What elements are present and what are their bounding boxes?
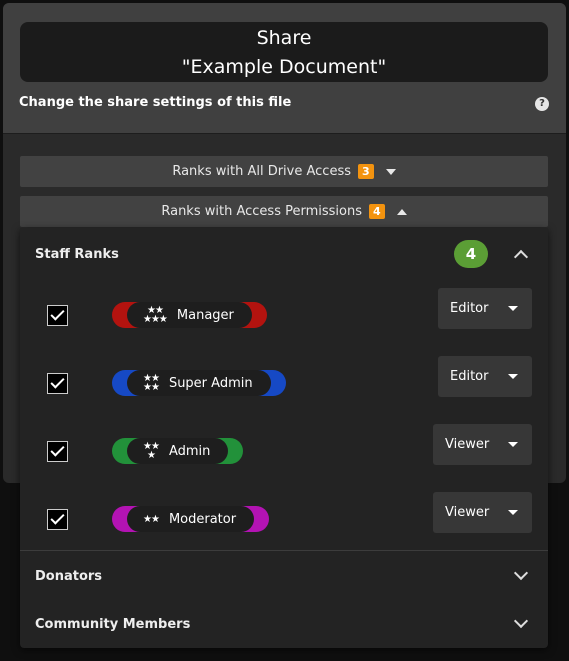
title-line-2: "Example Document" bbox=[181, 56, 387, 78]
dropdown-caret-icon bbox=[508, 374, 518, 379]
group-label: Community Members bbox=[35, 616, 191, 632]
dialog-title: Share "Example Document" bbox=[20, 22, 548, 82]
rank-checkbox[interactable] bbox=[47, 509, 68, 530]
rank-name: Super Admin bbox=[168, 375, 253, 391]
chevron-down-icon bbox=[513, 613, 529, 629]
all-drive-count-badge: 3 bbox=[358, 164, 374, 179]
five-stars-icon: ★★ ★★★ bbox=[143, 305, 168, 325]
rank-checkbox[interactable] bbox=[47, 305, 68, 326]
dropdown-caret-icon bbox=[508, 442, 518, 447]
rank-row-moderator: ★★ Moderator Viewer bbox=[20, 492, 548, 542]
access-permissions-toggle[interactable]: Ranks with Access Permissions 4 bbox=[20, 196, 548, 227]
help-icon[interactable]: ? bbox=[535, 97, 549, 111]
group-label: Donators bbox=[35, 568, 103, 584]
role-select[interactable]: Editor bbox=[438, 356, 532, 397]
role-select[interactable]: Viewer bbox=[433, 492, 532, 533]
all-drive-access-label: Ranks with All Drive Access bbox=[172, 164, 351, 179]
rank-pill: ★★ Moderator bbox=[112, 506, 270, 532]
rank-pill: ★★ ★★ Super Admin bbox=[112, 370, 286, 396]
rank-pill: ★★ ★★★ Manager bbox=[112, 302, 267, 328]
role-label: Viewer bbox=[445, 505, 490, 520]
rank-checkbox[interactable] bbox=[47, 373, 68, 394]
access-permissions-label: Ranks with Access Permissions bbox=[161, 204, 362, 219]
group-label: Staff Ranks bbox=[35, 246, 119, 262]
rank-row-admin: ★★ ★ Admin Viewer bbox=[20, 424, 548, 474]
all-drive-access-toggle[interactable]: Ranks with All Drive Access 3 bbox=[20, 156, 548, 187]
rank-name: Admin bbox=[168, 443, 211, 459]
role-label: Viewer bbox=[445, 437, 490, 452]
two-stars-icon: ★★ bbox=[143, 513, 160, 525]
dialog-subtitle: Change the share settings of this file bbox=[19, 95, 292, 110]
role-select[interactable]: Editor bbox=[438, 288, 532, 329]
group-community-members[interactable]: Community Members bbox=[20, 604, 548, 644]
dropdown-caret-icon bbox=[508, 510, 518, 515]
group-staff-ranks[interactable]: Staff Ranks 4 bbox=[20, 234, 548, 274]
caret-up-icon bbox=[396, 208, 407, 215]
access-permissions-count-badge: 4 bbox=[368, 204, 385, 219]
rank-name: Moderator bbox=[168, 511, 237, 527]
chevron-up-icon bbox=[513, 249, 529, 265]
three-stars-icon: ★★ ★ bbox=[143, 441, 160, 461]
rank-checkbox[interactable] bbox=[47, 441, 68, 462]
caret-down-icon bbox=[385, 168, 396, 175]
divider bbox=[20, 550, 548, 551]
dialog-header: Share "Example Document" Change the shar… bbox=[3, 3, 566, 134]
staff-count-badge: 4 bbox=[454, 240, 488, 268]
role-label: Editor bbox=[450, 301, 489, 316]
role-select[interactable]: Viewer bbox=[433, 424, 532, 465]
rank-pill: ★★ ★ Admin bbox=[112, 438, 244, 464]
four-stars-icon: ★★ ★★ bbox=[143, 373, 160, 393]
group-donators[interactable]: Donators bbox=[20, 556, 548, 596]
rank-name: Manager bbox=[176, 307, 234, 323]
rank-row-manager: ★★ ★★★ Manager Editor bbox=[20, 288, 548, 338]
rank-row-super-admin: ★★ ★★ Super Admin Editor bbox=[20, 356, 548, 406]
access-permissions-panel: Staff Ranks 4 ★★ ★★★ Manager Editor ★★ ★★ … bbox=[20, 228, 548, 648]
dropdown-caret-icon bbox=[508, 306, 518, 311]
title-line-1: Share bbox=[256, 27, 312, 49]
role-label: Editor bbox=[450, 369, 489, 384]
chevron-down-icon bbox=[513, 565, 529, 581]
